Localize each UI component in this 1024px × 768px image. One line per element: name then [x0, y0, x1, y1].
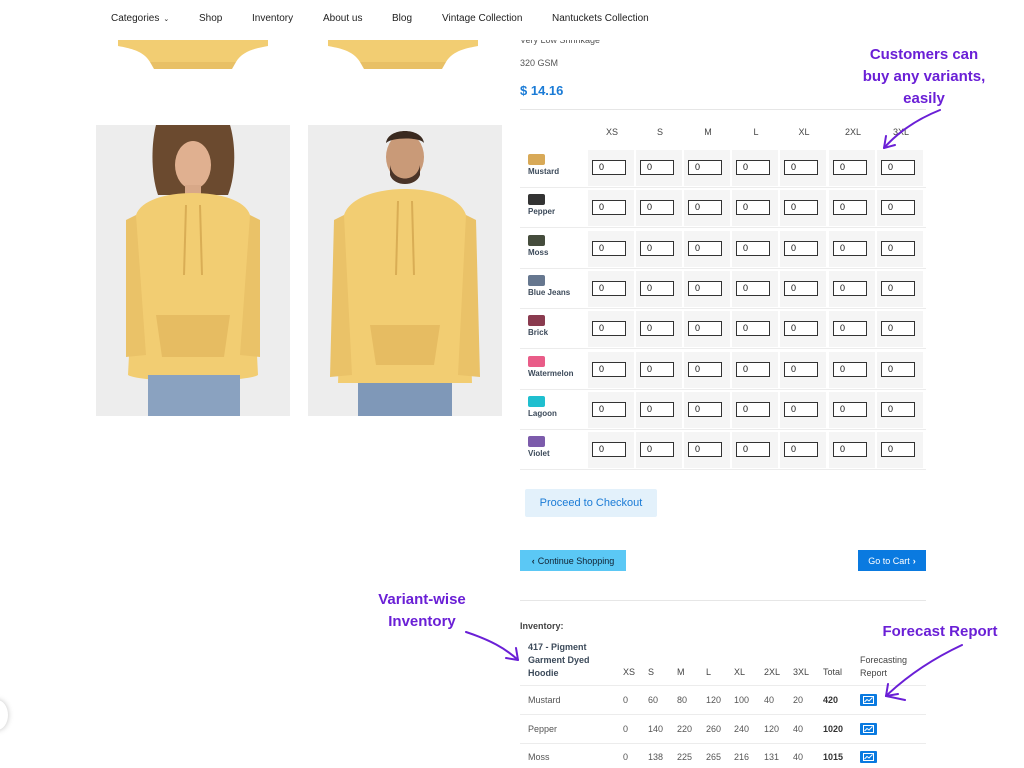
arrow-forecast-tail [885, 695, 906, 701]
arrow-forecast [885, 644, 963, 697]
top-nav: Categories ⌄ Shop Inventory About us Blog… [0, 0, 1024, 40]
nav-blog[interactable]: Blog [392, 13, 412, 24]
annotation-arrows [465, 109, 963, 701]
chevron-down-icon: ⌄ [163, 16, 170, 23]
arrow-variants [883, 109, 941, 149]
nav-nantuckets-collection[interactable]: Nantuckets Collection [552, 13, 649, 24]
nav-categories[interactable]: Categories ⌄ [111, 13, 169, 24]
nav-inventory[interactable]: Inventory [252, 13, 293, 24]
nav-vintage-collection[interactable]: Vintage Collection [442, 13, 522, 24]
arrow-inventory [465, 631, 519, 661]
nav-shop[interactable]: Shop [199, 13, 222, 24]
nav-about-us[interactable]: About us [323, 13, 362, 24]
